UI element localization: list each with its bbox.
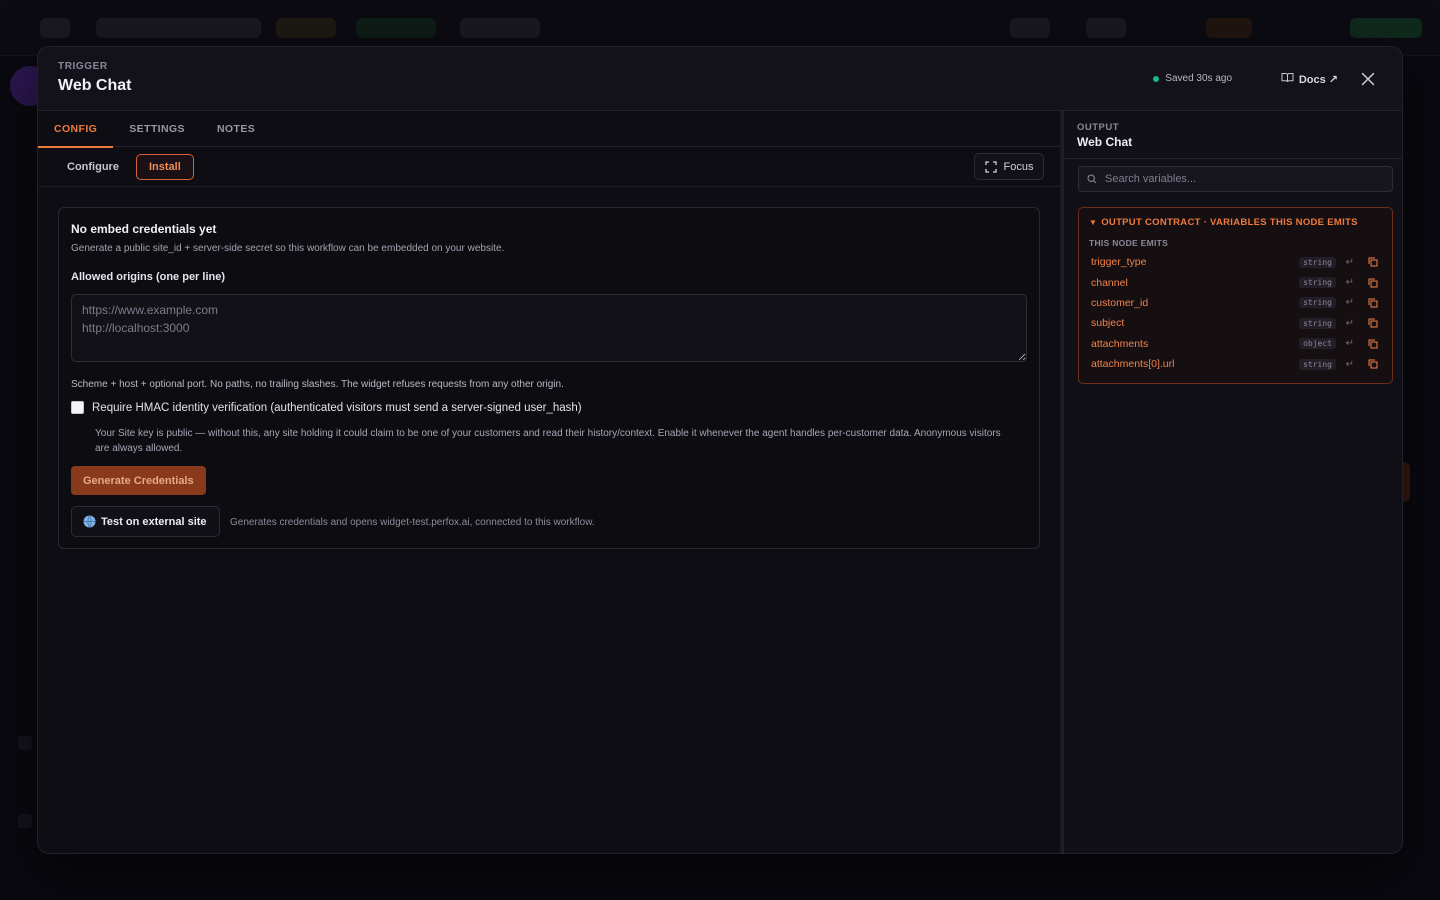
docs-link-label: Docs ↗ <box>1298 73 1338 86</box>
insert-variable-icon[interactable]: ↵ <box>1346 338 1354 349</box>
background-element <box>276 18 336 38</box>
insert-variable-icon[interactable]: ↵ <box>1346 277 1354 288</box>
status-dot-icon <box>1153 75 1160 82</box>
variable-name[interactable]: subject <box>1091 317 1124 329</box>
variable-row: attachments object ↵ <box>1079 334 1392 354</box>
background-element <box>40 18 70 38</box>
hmac-row: Require HMAC identity verification (auth… <box>71 401 582 414</box>
variable-name[interactable]: customer_id <box>1091 297 1148 309</box>
output-pane: OUTPUT Web Chat ▼ OUTPUT CONTRACT · VARI… <box>1063 111 1402 853</box>
variable-type-badge: object <box>1299 338 1336 350</box>
allowed-origins-input[interactable] <box>71 294 1027 362</box>
variable-row: attachments[0].url string ↵ <box>1079 354 1392 374</box>
variable-type-badge: string <box>1299 317 1336 329</box>
hmac-label: Require HMAC identity verification (auth… <box>92 401 582 414</box>
save-status: Saved 30s ago <box>1153 73 1232 84</box>
copy-icon[interactable] <box>1368 257 1378 267</box>
output-label: OUTPUT <box>1077 122 1120 133</box>
test-description: Generates credentials and opens widget-t… <box>230 517 595 528</box>
background-element <box>1086 18 1126 38</box>
close-icon <box>1361 72 1375 86</box>
variable-row: subject string ↵ <box>1079 313 1392 333</box>
search-icon <box>1087 174 1097 184</box>
embed-credentials-card: No embed credentials yet Generate a publ… <box>58 207 1040 549</box>
node-title: Web Chat <box>58 77 132 94</box>
copy-icon[interactable] <box>1368 339 1378 349</box>
variable-row: channel string ↵ <box>1079 272 1392 292</box>
tab-config[interactable]: CONFIG <box>38 111 114 148</box>
hmac-note: Your Site key is public — without this, … <box>95 428 1001 454</box>
variable-type-badge: string <box>1299 297 1336 309</box>
background-element <box>1350 18 1422 38</box>
variable-type-badge: string <box>1299 358 1336 370</box>
modal-header: TRIGGER Web Chat Saved 30s ago Docs ↗ <box>38 47 1402 111</box>
variable-row: trigger_type string ↵ <box>1079 252 1392 272</box>
sub-tab-bar: Configure Install Focus <box>38 147 1060 187</box>
variable-name[interactable]: attachments[0].url <box>1091 358 1174 370</box>
docs-link[interactable]: Docs ↗ <box>1281 70 1338 88</box>
background-element <box>356 18 436 38</box>
variable-name[interactable]: trigger_type <box>1091 256 1146 268</box>
copy-icon[interactable] <box>1368 278 1378 288</box>
book-icon <box>1281 72 1294 86</box>
background-element <box>1010 18 1050 38</box>
focus-button[interactable]: Focus <box>974 153 1044 180</box>
copy-icon[interactable] <box>1368 359 1378 369</box>
test-external-site-label: Test on external site <box>101 515 207 528</box>
insert-variable-icon[interactable]: ↵ <box>1346 297 1354 308</box>
card-description: Generate a public site_id + server-side … <box>71 243 505 254</box>
tab-settings[interactable]: SETTINGS <box>113 111 201 147</box>
node-kind-label: TRIGGER <box>58 61 108 72</box>
output-contract-toggle[interactable]: ▼ OUTPUT CONTRACT · VARIABLES THIS NODE … <box>1089 217 1358 228</box>
expand-icon <box>984 160 997 173</box>
variable-name[interactable]: channel <box>1091 277 1128 289</box>
globe-icon <box>83 515 96 528</box>
output-contract-panel: ▼ OUTPUT CONTRACT · VARIABLES THIS NODE … <box>1078 207 1393 384</box>
allowed-origins-label: Allowed origins (one per line) <box>71 271 226 283</box>
background-element <box>18 814 32 828</box>
variable-type-badge: string <box>1299 256 1336 268</box>
config-pane: CONFIG SETTINGS NOTES Configure Install … <box>38 111 1060 853</box>
variable-search-input[interactable] <box>1105 173 1385 185</box>
subtab-configure[interactable]: Configure <box>55 154 131 180</box>
caret-down-icon: ▼ <box>1089 218 1098 227</box>
node-config-modal: TRIGGER Web Chat Saved 30s ago Docs ↗ CO… <box>37 46 1403 854</box>
output-contract-title: OUTPUT CONTRACT · VARIABLES THIS NODE EM… <box>1101 217 1358 228</box>
background-element <box>96 18 261 38</box>
variable-search <box>1078 166 1393 192</box>
insert-variable-icon[interactable]: ↵ <box>1346 318 1354 329</box>
background-element <box>460 18 540 38</box>
hmac-checkbox[interactable] <box>71 401 84 414</box>
variable-row: customer_id string ↵ <box>1079 293 1392 313</box>
close-button[interactable] <box>1358 69 1378 89</box>
subtab-install[interactable]: Install <box>136 154 194 180</box>
generate-credentials-button[interactable]: Generate Credentials <box>71 466 206 495</box>
variable-name[interactable]: attachments <box>1091 338 1148 350</box>
card-title: No embed credentials yet <box>71 222 217 236</box>
tab-notes[interactable]: NOTES <box>201 111 271 147</box>
focus-button-label: Focus <box>1003 160 1034 173</box>
insert-variable-icon[interactable]: ↵ <box>1346 359 1354 370</box>
variable-list: trigger_type string ↵ channel string ↵ custome… <box>1079 252 1392 374</box>
emits-label: THIS NODE EMITS <box>1089 238 1169 248</box>
save-status-text: Saved 30s ago <box>1165 73 1232 84</box>
origins-hint: Scheme + host + optional port. No paths,… <box>71 379 564 390</box>
copy-icon[interactable] <box>1368 298 1378 308</box>
background-element <box>1206 18 1252 38</box>
divider <box>1064 158 1402 159</box>
background-element <box>18 736 32 750</box>
output-title: Web Chat <box>1077 135 1133 149</box>
variable-type-badge: string <box>1299 277 1336 289</box>
insert-variable-icon[interactable]: ↵ <box>1346 257 1354 268</box>
test-external-site-button[interactable]: Test on external site <box>71 506 220 537</box>
copy-icon[interactable] <box>1368 318 1378 328</box>
config-tabs: CONFIG SETTINGS NOTES <box>38 111 1060 148</box>
